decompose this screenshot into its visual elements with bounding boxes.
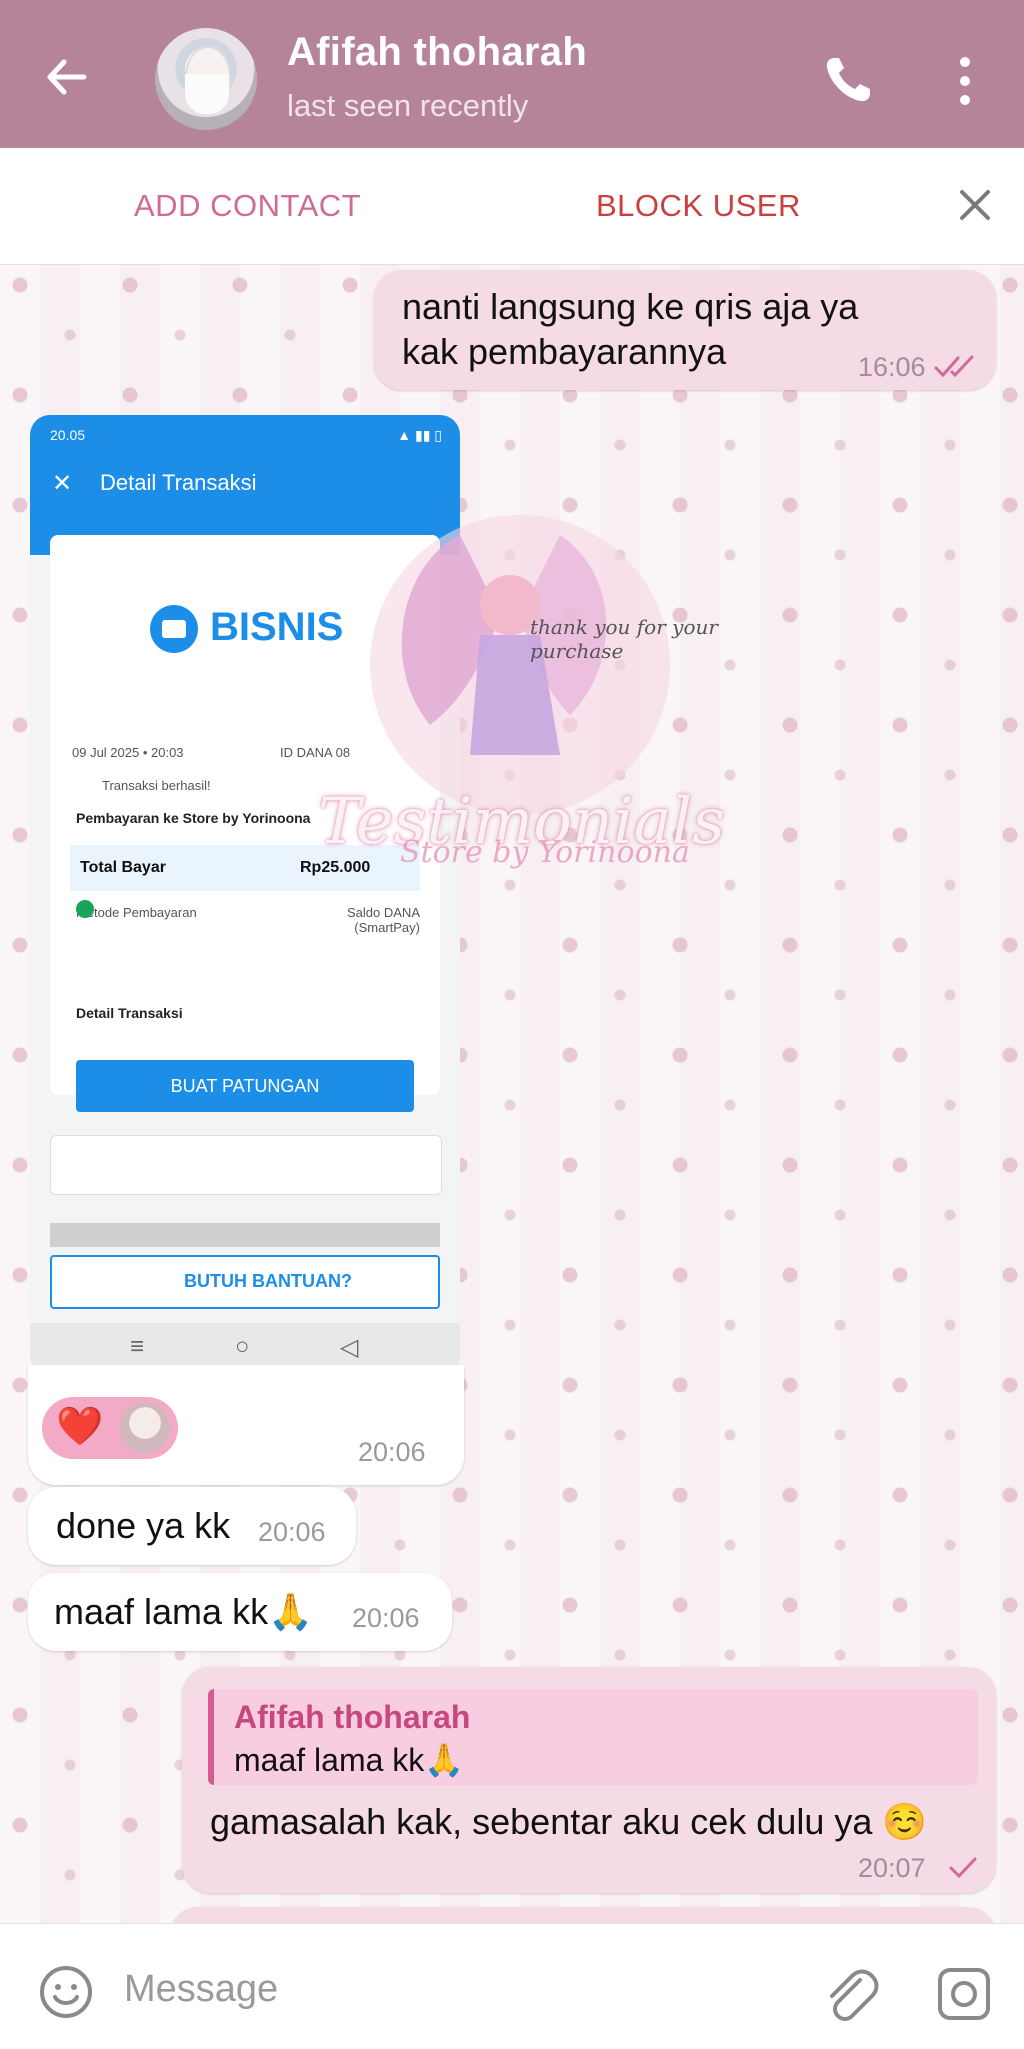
screenshot-payment-to: Pembayaran ke Store by Yorinoona — [76, 810, 311, 826]
screenshot-total-value: Rp25.000 — [300, 859, 371, 876]
screenshot-method-label: Metode Pembayaran — [76, 905, 197, 920]
add-contact-button[interactable]: ADD CONTACT — [134, 188, 361, 224]
contact-avatar[interactable] — [155, 28, 257, 130]
nav-home-icon: ○ — [235, 1333, 250, 1360]
single-check-icon — [949, 1857, 977, 1879]
reaction-heart: ❤️ — [56, 1406, 104, 1448]
testimonials-overlay-subtitle: Store by Yorinoona — [400, 835, 690, 870]
contact-action-bar: ADD CONTACT BLOCK USER — [0, 148, 1024, 265]
message-time: 20:06 — [258, 1517, 326, 1547]
thank-you-note: thank you for your purchase — [530, 615, 718, 663]
screenshot-title: Detail Transaksi — [100, 470, 257, 495]
screenshot-help-button: BUTUH BANTUAN? — [50, 1255, 440, 1309]
message-bubble-outgoing[interactable]: nanti langsung ke qris aja ya kak pembay… — [374, 270, 996, 390]
message-bubble-incoming[interactable]: done ya kk 20:06 — [28, 1487, 356, 1565]
block-user-button[interactable]: BLOCK USER — [596, 188, 801, 224]
screenshot-total-label: Total Bayar — [80, 859, 166, 876]
close-icon[interactable] — [958, 188, 992, 222]
phone-call-icon[interactable] — [820, 52, 876, 108]
screenshot-status-time: 20.05 — [50, 427, 86, 443]
double-check-icon — [934, 355, 974, 378]
reply-quote[interactable]: Afifah thoharah maaf lama kk🙏 — [208, 1689, 978, 1785]
message-text: gamasalah kak, sebentar aku cek dulu ya … — [210, 1801, 928, 1842]
screenshot-success: Transaksi berhasil! — [102, 778, 211, 793]
camera-icon[interactable] — [934, 1964, 994, 2024]
message-bubble-outgoing-reply[interactable]: Afifah thoharah maaf lama kk🙏 gamasalah … — [182, 1667, 996, 1893]
reaction-chip[interactable]: ❤️ — [42, 1397, 178, 1459]
message-input[interactable]: Message — [124, 1968, 278, 2011]
attach-paperclip-icon[interactable] — [820, 1964, 880, 2024]
message-text: maaf lama kk🙏 — [54, 1591, 313, 1632]
message-bubble-outgoing-partial[interactable] — [170, 1907, 996, 1923]
message-text: done ya kk — [56, 1505, 231, 1546]
nav-back-icon: ◁ — [340, 1334, 359, 1361]
chat-area[interactable]: nanti langsung ke qris aja ya kak pembay… — [0, 265, 1024, 1923]
screenshot-close-icon: ✕ — [52, 470, 73, 497]
message-bubble-incoming[interactable]: maaf lama kk🙏 20:06 — [28, 1573, 452, 1651]
contact-name[interactable]: Afifah thoharah — [287, 30, 587, 75]
message-time: 20:06 — [352, 1603, 420, 1633]
back-arrow-icon[interactable] — [40, 50, 94, 104]
reply-text: maaf lama kk🙏 — [234, 1742, 465, 1778]
emoji-icon[interactable] — [38, 1964, 94, 2020]
last-seen-status: last seen recently — [287, 88, 529, 123]
message-input-bar: Message — [0, 1923, 1024, 2049]
screenshot-buat-patungan-button: BUAT PATUNGAN — [76, 1060, 414, 1112]
reactor-avatar — [120, 1403, 170, 1453]
more-menu-icon[interactable] — [950, 54, 980, 108]
reply-author: Afifah thoharah — [234, 1699, 471, 1735]
screenshot-method-value: Saldo DANA (SmartPay) — [347, 905, 420, 935]
avatar-veil — [185, 74, 229, 114]
screenshot-loading-card — [50, 1135, 442, 1195]
success-check-icon — [76, 900, 94, 918]
message-time: 20:07 — [858, 1853, 926, 1883]
screenshot-grey-bar — [50, 1223, 440, 1247]
chat-header: Afifah thoharah last seen recently — [0, 0, 1024, 148]
screenshot-help-label: BUTUH BANTUAN? — [184, 1271, 352, 1291]
message-text: nanti langsung ke qris aja ya kak pembay… — [402, 286, 859, 372]
bisnis-logo-icon — [150, 605, 198, 653]
screenshot-status-icons: ▲ ▮▮ ▯ — [397, 427, 442, 443]
image-message-time: 20:06 — [358, 1437, 426, 1467]
screenshot-date: 09 Jul 2025 • 20:03 — [72, 745, 184, 760]
message-time: 16:06 — [858, 352, 926, 382]
nav-menu-icon: ≡ — [130, 1333, 145, 1360]
screenshot-detail-label: Detail Transaksi — [76, 1005, 183, 1021]
